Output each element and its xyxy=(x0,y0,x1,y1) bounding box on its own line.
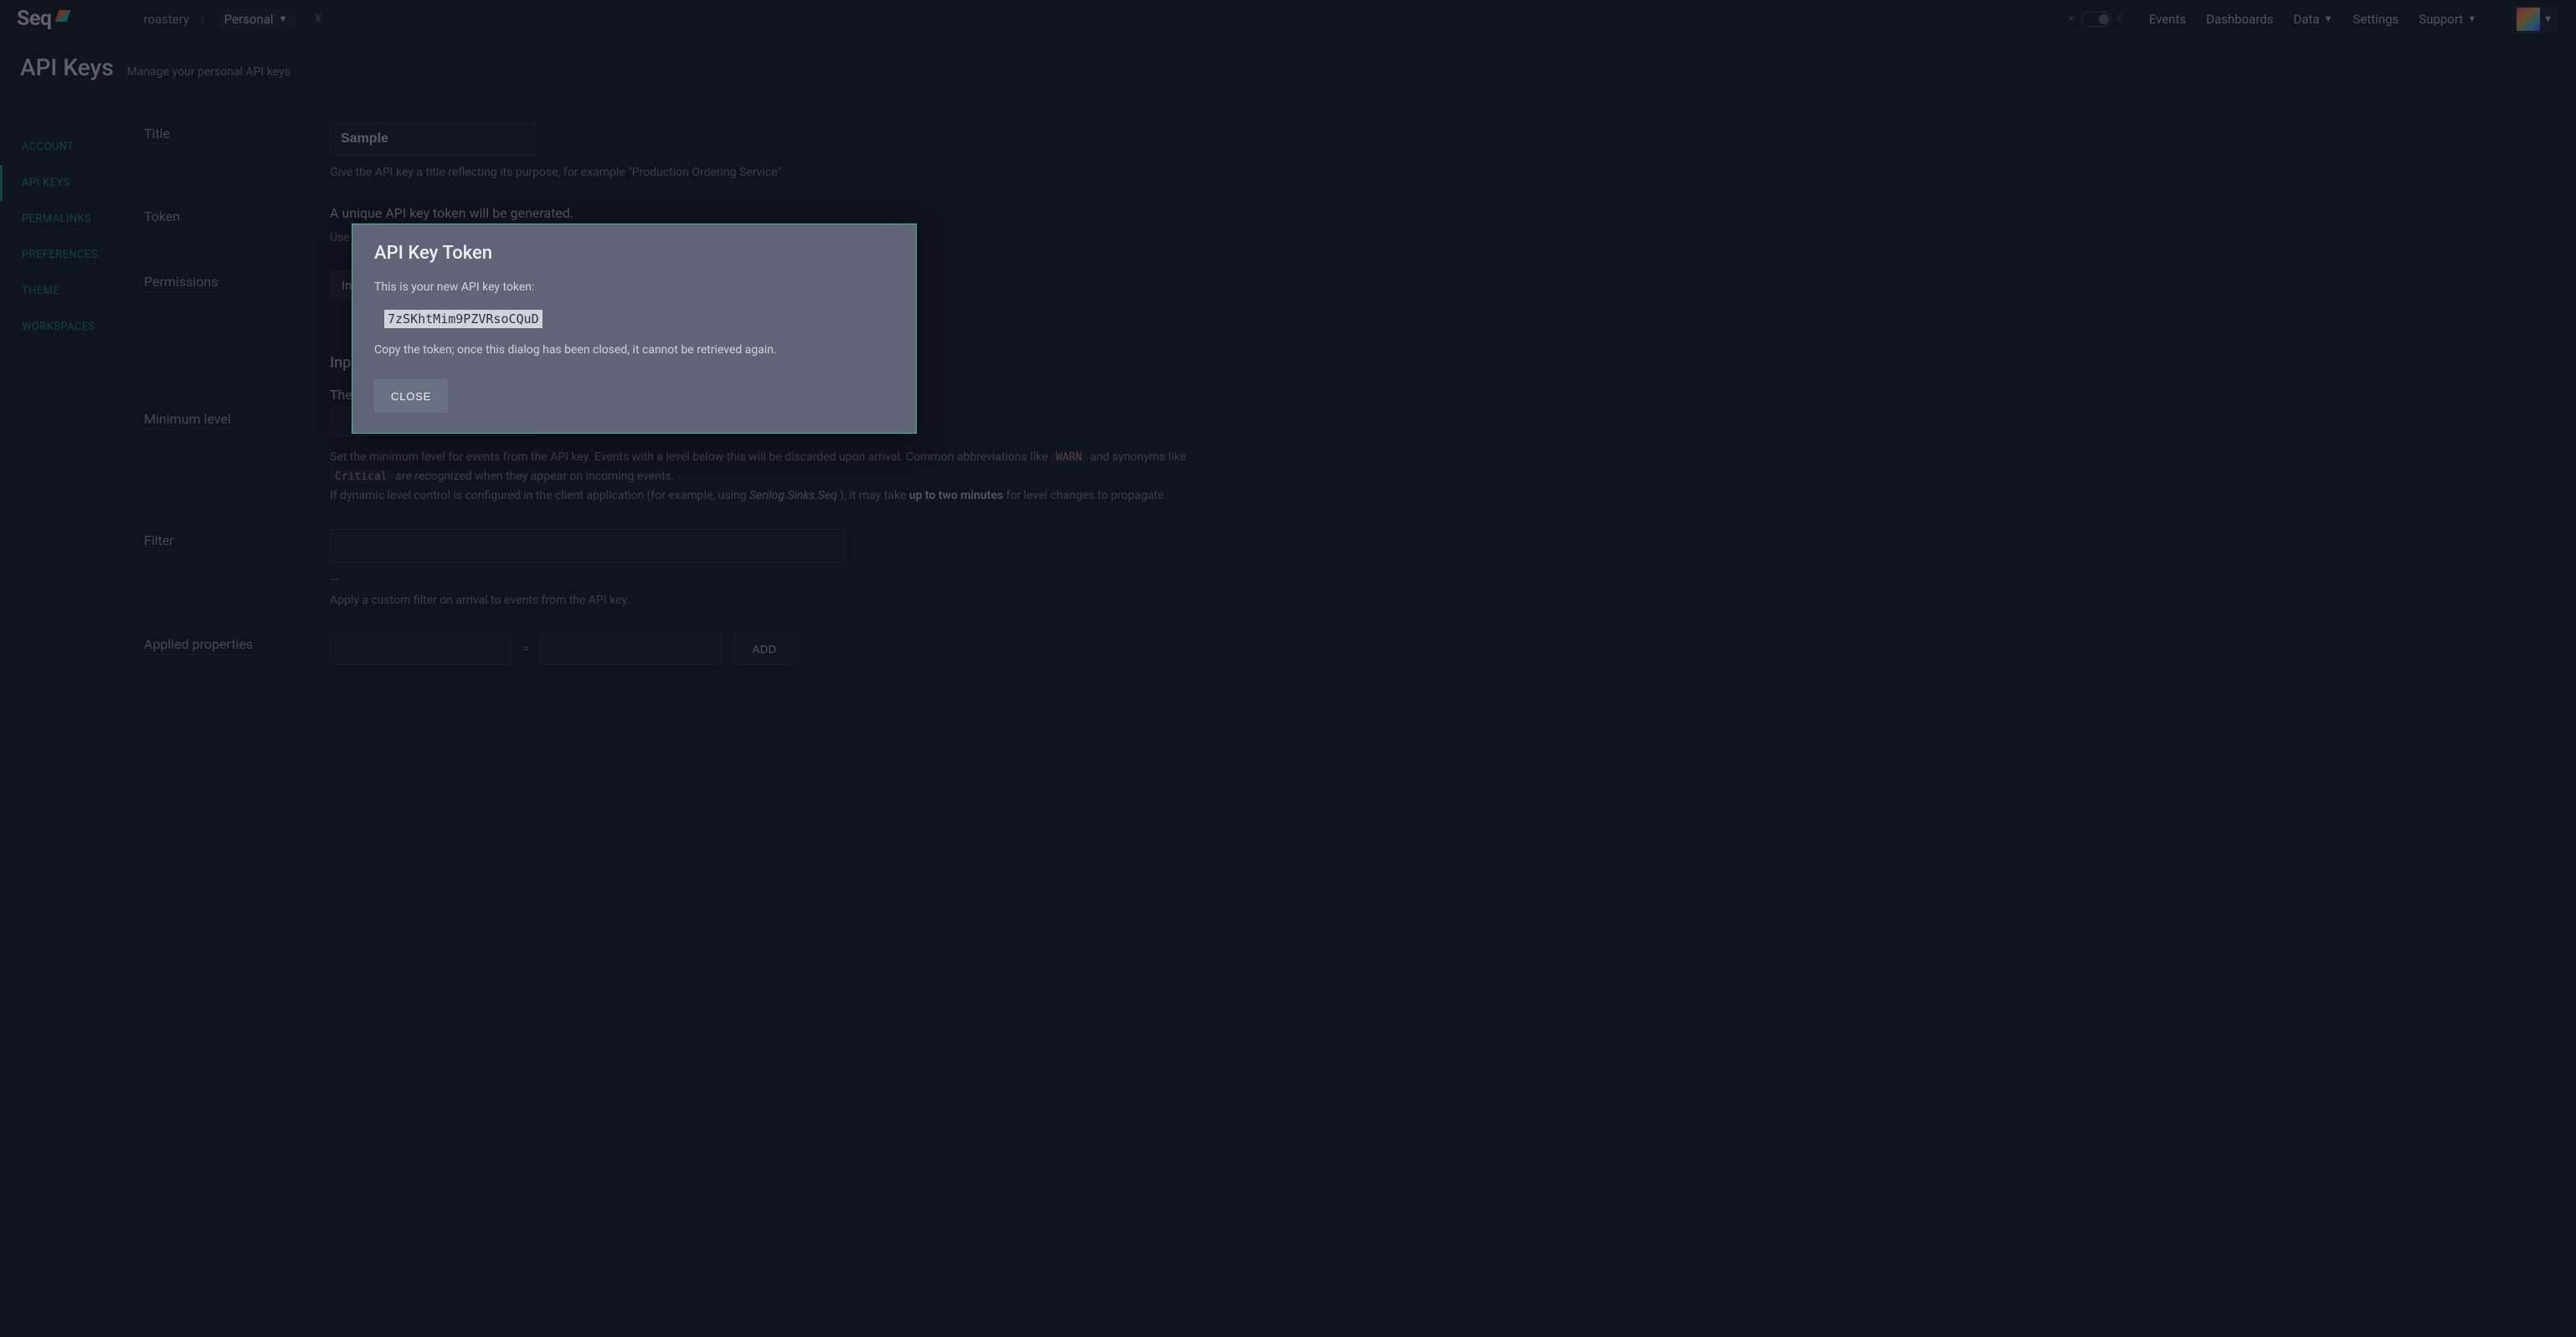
dialog-intro: This is your new API key token: xyxy=(374,279,894,296)
dialog-warning: Copy the token; once this dialog has bee… xyxy=(374,342,894,359)
dialog-title: API Key Token xyxy=(374,243,894,264)
api-key-token-dialog: API Key Token This is your new API key t… xyxy=(352,224,917,434)
modal-backdrop[interactable] xyxy=(0,0,2576,1337)
close-button[interactable]: CLOSE xyxy=(374,379,448,413)
api-key-token-value[interactable]: 7zSKhtMim9PZVRsoCQuD xyxy=(384,310,542,328)
